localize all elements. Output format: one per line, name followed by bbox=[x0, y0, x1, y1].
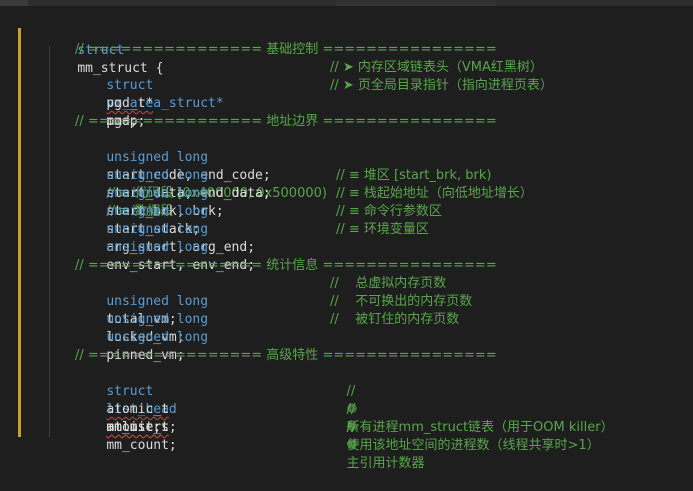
code-line-pinned-vm: unsigned long pinned_vm; bbox=[75, 311, 208, 363]
code-line-struct-decl: struct mm_struct { bbox=[46, 24, 163, 76]
keyword: unsigned long bbox=[106, 330, 209, 345]
code-line-code: unsigned long start_code, end_code; // ≡… bbox=[75, 131, 327, 201]
section-comment: // ================ 地址边界 ===============… bbox=[75, 114, 497, 129]
inline-comment: // 总虚拟内存页数 bbox=[330, 276, 447, 291]
inline-comment: // ➤ 页全局目录指针（指向进程页表） bbox=[330, 78, 553, 93]
code-line-mmap: struct vm_area_struct* mmap; bbox=[75, 59, 223, 129]
code-line-mm-count: atomic_t mm_count; bbox=[75, 401, 176, 453]
code-line-total-vm: unsigned long total_vm; bbox=[75, 275, 208, 327]
section-comment: // ================ 基础控制 ===============… bbox=[75, 42, 497, 57]
code-line-arg: unsigned long arg_start, arg_end; bbox=[75, 203, 255, 255]
code-line-mmlist: struct list_head mmlist; bbox=[75, 365, 176, 435]
gear-icon: ❁ bbox=[346, 438, 358, 453]
inline-comment: // 不可换出的内存页数 bbox=[330, 294, 473, 309]
identifier: mm_count; bbox=[106, 438, 177, 453]
inline-comment: // ≡ 堆区 [start_brk, brk) bbox=[336, 168, 492, 183]
code-line-stack: unsigned long start_stack; bbox=[75, 185, 208, 237]
section-comment: // ================ 高级特性 ===============… bbox=[75, 348, 497, 363]
inline-comment: // ❁ 主引用计数器 bbox=[330, 401, 425, 471]
code-line-locked-vm: unsigned long locked_vm; bbox=[75, 293, 208, 345]
inline-comment: // ≡ 环境变量区 bbox=[336, 222, 429, 237]
code-line-data: unsigned long start_data, end_data; // ≡… bbox=[75, 149, 270, 219]
comment-text: 所有进程mm_struct链表（用于OOM killer） bbox=[346, 420, 614, 435]
section-comment: // ================ 统计信息 ===============… bbox=[75, 258, 497, 273]
inline-comment: // ≡ 栈起始地址（向低地址增长） bbox=[336, 186, 533, 201]
inline-comment: // ❁ 使用该地址空间的进程数（线程共享时>1） bbox=[330, 383, 600, 453]
code-editor[interactable]: struct mm_struct { // ================ 基… bbox=[0, 0, 693, 471]
code-line-brk: unsigned long start_brk, brk; bbox=[75, 167, 223, 219]
inline-comment: // ≡ 命令行参数区 bbox=[336, 204, 442, 219]
type-name: atomic_t bbox=[106, 420, 169, 435]
comment-text: 主引用计数器 bbox=[346, 456, 425, 471]
inline-comment: // ➤ 内存区域链表头（VMA红黑树） bbox=[330, 60, 543, 75]
keyword: unsigned long bbox=[106, 240, 209, 255]
inline-comment: // 被钉住的内存页数 bbox=[330, 312, 460, 327]
code-line-mm-users: atomic_t mm_users; bbox=[75, 383, 176, 435]
comment-mark: // bbox=[346, 420, 356, 435]
comment-text: 使用该地址空间的进程数（线程共享时>1） bbox=[346, 438, 600, 453]
code-line-env: unsigned long env_start, env_end; bbox=[75, 221, 255, 273]
inline-comment: // ❁ 所有进程mm_struct链表（用于OOM killer） bbox=[330, 365, 614, 435]
code-line-pgd: pgd_t* pgd; bbox=[75, 77, 153, 129]
type-name: pgd_t* bbox=[106, 96, 154, 111]
